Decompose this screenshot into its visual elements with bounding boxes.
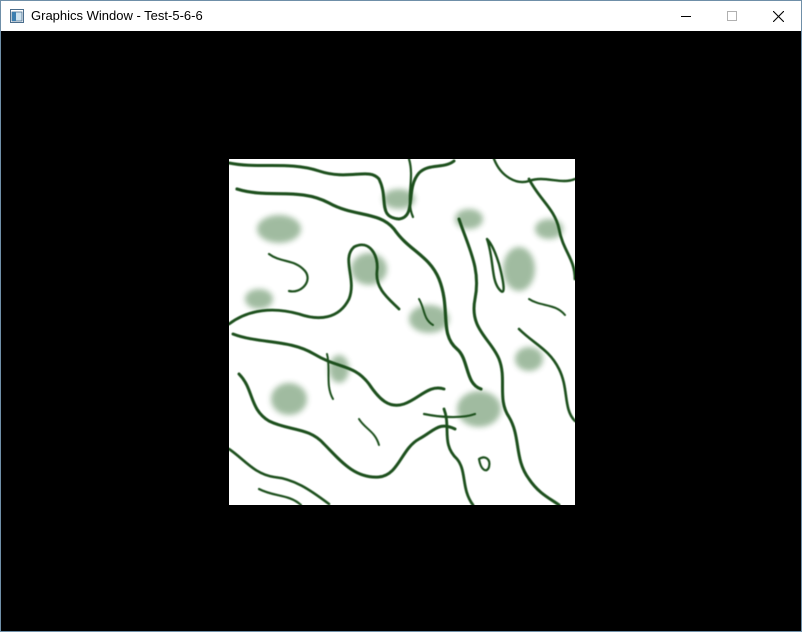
window-title: Graphics Window - Test-5-6-6 [31,8,203,23]
maximize-button[interactable] [709,1,755,31]
maximize-icon [727,11,737,21]
app-window-icon [10,9,24,23]
marble-texture-quad [229,159,575,505]
minimize-button[interactable] [663,1,709,31]
close-button[interactable] [755,1,801,31]
title-bar[interactable]: Graphics Window - Test-5-6-6 [1,1,801,31]
close-icon [772,10,784,22]
graphics-window: Graphics Window - Test-5-6-6 [0,0,802,632]
minimize-icon [681,16,691,17]
render-viewport[interactable] [1,31,801,631]
